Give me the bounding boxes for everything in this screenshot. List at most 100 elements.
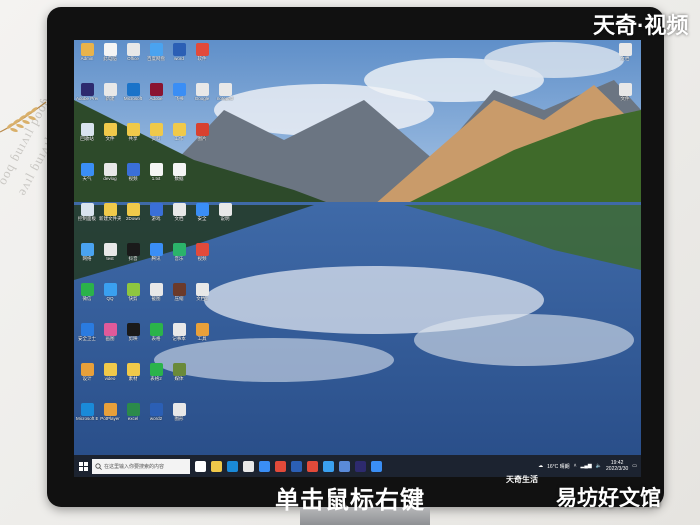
- desktop-icon[interactable]: word: [168, 43, 190, 61]
- desktop-icon[interactable]: 图形: [168, 403, 190, 421]
- desktop-icon-label: 微信: [82, 296, 92, 301]
- app-icon: [172, 123, 186, 136]
- desktop-icon[interactable]: video: [99, 363, 121, 381]
- desktop-icon[interactable]: 文档: [168, 203, 190, 221]
- desktop-icon[interactable]: QQ: [99, 283, 121, 301]
- desktop-icon[interactable]: 文件: [99, 123, 121, 141]
- desktop-icon[interactable]: 控制面板: [76, 203, 98, 221]
- taskbar-netease-icon[interactable]: [307, 460, 318, 472]
- desktop-icon-label: 快剪: [128, 296, 138, 301]
- desktop-icon[interactable]: Microsoft: [122, 83, 144, 101]
- taskbar-edge-icon[interactable]: [227, 460, 238, 472]
- desktop-icon[interactable]: 安全卫士: [76, 323, 98, 341]
- volume-icon[interactable]: 🔈: [596, 463, 602, 469]
- desktop-icon[interactable]: notepad: [214, 83, 236, 101]
- desktop-icon[interactable]: 文档2: [191, 283, 213, 301]
- desktop-icon[interactable]: 视频: [191, 243, 213, 261]
- desktop-icon[interactable]: 1.txt: [145, 163, 167, 181]
- desktop-icon[interactable]: 工具: [191, 323, 213, 341]
- desktop-icon-label: 游戏: [151, 216, 161, 221]
- desktop-icon[interactable]: 2Down: [122, 203, 144, 221]
- desktop-icon[interactable]: 数据: [168, 163, 190, 181]
- desktop-icon[interactable]: devlog: [99, 163, 121, 181]
- taskbar-premiere-icon[interactable]: [355, 460, 366, 472]
- desktop-icon[interactable]: 天气: [76, 163, 98, 181]
- taskbar-search-box[interactable]: 在这里输入你要搜索的内容: [92, 458, 190, 474]
- app-icon: [149, 203, 163, 216]
- taskbar-word-icon[interactable]: [291, 460, 302, 472]
- watermark-brand-small: 天奇生活: [506, 475, 538, 484]
- desktop-icon[interactable]: 视频: [122, 163, 144, 181]
- desktop-icon[interactable]: 工作: [168, 123, 190, 141]
- desktop-icon[interactable]: 回收站: [76, 123, 98, 141]
- desktop-icon[interactable]: Office: [122, 43, 144, 61]
- desktop-icon-label: 网络: [82, 256, 92, 261]
- desktop-icon[interactable]: 文件: [614, 83, 636, 101]
- desktop-icon[interactable]: 图片: [191, 123, 213, 141]
- desktop-icon[interactable]: 画图: [99, 323, 121, 341]
- desktop-icon[interactable]: 截图: [145, 283, 167, 301]
- desktop-icon[interactable]: 微信: [76, 283, 98, 301]
- desktop-icon[interactable]: 腾讯: [145, 243, 167, 261]
- taskbar-mail-icon[interactable]: [259, 460, 270, 472]
- desktop-icon-label: excel: [127, 416, 139, 421]
- taskbar-wps-icon[interactable]: [275, 460, 286, 472]
- desktop-icon[interactable]: word2: [145, 403, 167, 421]
- desktop-icon[interactable]: Adobe: [145, 83, 167, 101]
- app-icon: [172, 83, 186, 96]
- taskbar-clock[interactable]: 19:42 2022/3/30: [606, 460, 628, 472]
- desktop-icon[interactable]: Adobe Premiere: [76, 83, 98, 101]
- taskbar-photo-icon[interactable]: [339, 460, 350, 472]
- app-icon: [149, 83, 163, 96]
- taskbar-task-view-icon[interactable]: [195, 460, 206, 472]
- desktop-icon[interactable]: 共享: [122, 123, 144, 141]
- desktop-icon[interactable]: 素材: [122, 363, 144, 381]
- desktop-icon-label: 文档2: [196, 296, 208, 301]
- desktop-icon[interactable]: 表格2: [145, 363, 167, 381]
- desktop-icon[interactable]: 网络: [76, 243, 98, 261]
- desktop-icon-label: Google: [194, 96, 210, 101]
- desktop-icon[interactable]: 百度网盘: [145, 43, 167, 61]
- desktop-icon[interactable]: 媒体: [168, 363, 190, 381]
- desktop-icon-label: 腾讯: [151, 256, 161, 261]
- desktop-icon[interactable]: 游戏: [145, 203, 167, 221]
- desktop-icon[interactable]: 音乐: [168, 243, 190, 261]
- taskbar-qq-icon[interactable]: [323, 460, 334, 472]
- network-icon[interactable]: ▂▄▆: [581, 463, 592, 469]
- chevron-up-icon[interactable]: ˄: [574, 463, 577, 469]
- desktop-icon[interactable]: 记事本: [168, 323, 190, 341]
- desktop-icon[interactable]: 快剪: [122, 283, 144, 301]
- desktop-icon[interactable]: 说明: [214, 203, 236, 221]
- desktop-icon[interactable]: test: [99, 243, 121, 261]
- desktop-icon[interactable]: 抖音: [122, 243, 144, 261]
- taskbar-chrome-icon[interactable]: [243, 460, 254, 472]
- desktop-icon[interactable]: Admin: [76, 43, 98, 61]
- desktop-icon[interactable]: 文档: [614, 43, 636, 61]
- taskbar-browser-icon[interactable]: [371, 460, 382, 472]
- desktop-icon[interactable]: PotPlayer: [99, 403, 121, 421]
- desktop-icon[interactable]: 飞书: [168, 83, 190, 101]
- desktop-icon-label: 压缩: [174, 296, 184, 301]
- desktop-icon[interactable]: Google: [191, 83, 213, 101]
- desktop-icon[interactable]: 新建: [99, 83, 121, 101]
- desktop-icon[interactable]: 剪映: [122, 323, 144, 341]
- start-button[interactable]: [76, 455, 90, 477]
- desktop-icon[interactable]: 安全: [191, 203, 213, 221]
- desktop-icon[interactable]: excel: [122, 403, 144, 421]
- desktop-icon[interactable]: 新建文件夹: [99, 203, 121, 221]
- desktop-icon-label: Adobe: [149, 96, 163, 101]
- desktop-icon[interactable]: 软件: [191, 43, 213, 61]
- app-icon: [618, 43, 632, 56]
- desktop-icon[interactable]: 资料: [145, 123, 167, 141]
- taskbar-explorer-icon[interactable]: [211, 460, 222, 472]
- notification-icon[interactable]: ▭: [632, 463, 637, 469]
- desktop-icon[interactable]: 表格: [145, 323, 167, 341]
- desktop-icon[interactable]: 此电脑: [99, 43, 121, 61]
- desktop-icon[interactable]: Microsoft Edge: [76, 403, 98, 421]
- search-icon: [95, 462, 102, 470]
- weather-icon[interactable]: ☁: [538, 463, 543, 469]
- app-icon: [195, 283, 209, 296]
- desktop-icon[interactable]: 压缩: [168, 283, 190, 301]
- clock-date: 2022/3/30: [606, 466, 629, 472]
- desktop-icon[interactable]: 设计: [76, 363, 98, 381]
